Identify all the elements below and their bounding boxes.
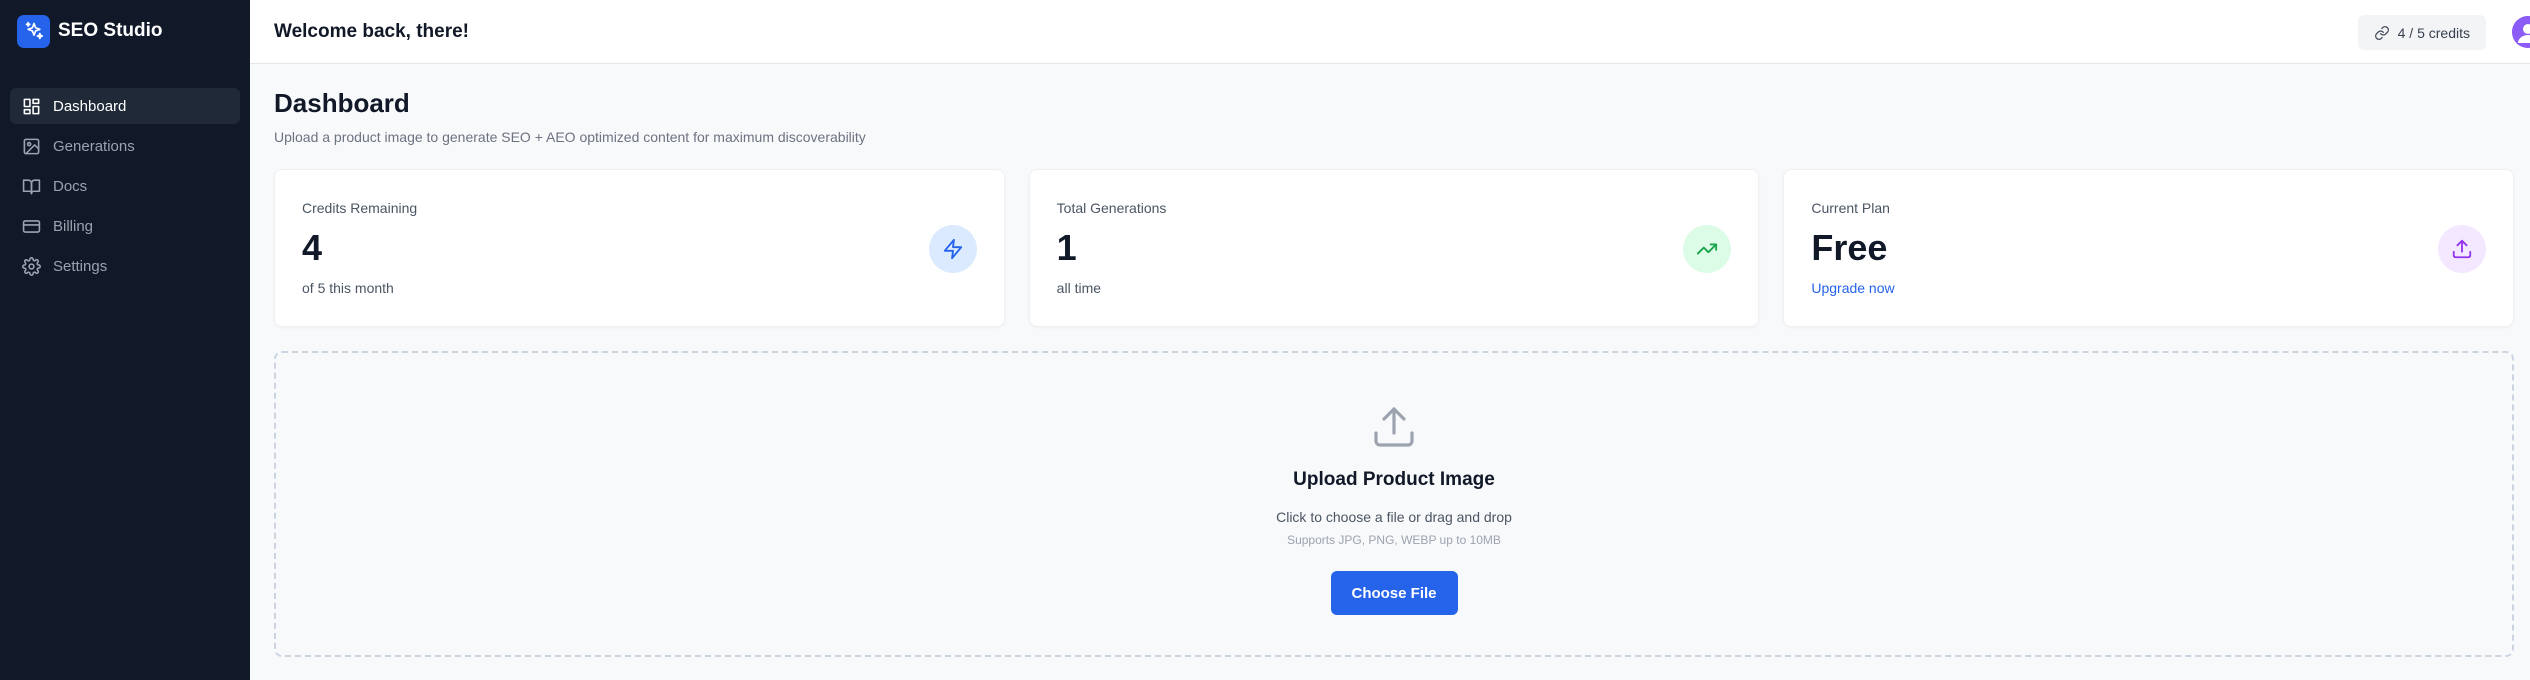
sidebar: SEO Studio Dashboard Generations Docs Bi… bbox=[0, 0, 250, 680]
trending-up-icon bbox=[1683, 225, 1732, 273]
sidebar-item-generations[interactable]: Generations bbox=[10, 128, 240, 164]
sidebar-item-docs[interactable]: Docs bbox=[10, 168, 240, 204]
total-generations-card: Total Generations 1 all time bbox=[1028, 169, 1760, 327]
card-label: Total Generations bbox=[1056, 200, 1167, 216]
credits-text: 4 / 5 credits bbox=[2397, 24, 2470, 41]
upload-icon bbox=[2438, 225, 2487, 273]
card-value: 4 bbox=[302, 227, 323, 268]
main-content: Dashboard Upload a product image to gene… bbox=[274, 64, 2515, 657]
sidebar-item-label: Docs bbox=[53, 177, 88, 195]
upload-icon bbox=[1374, 407, 1414, 447]
gear-icon bbox=[22, 256, 41, 276]
brand-name: SEO Studio bbox=[58, 20, 163, 41]
welcome-message: Welcome back, there! bbox=[274, 20, 470, 42]
dashboard-icon bbox=[23, 98, 40, 114]
card-subtext: of 5 this month bbox=[302, 280, 394, 296]
sidebar-item-dashboard[interactable]: Dashboard bbox=[10, 88, 240, 124]
card-subtext: all time bbox=[1056, 280, 1102, 296]
top-bar: Welcome back, there! 4 / 5 credits bbox=[250, 0, 2530, 64]
card-label: Credits Remaining bbox=[302, 200, 418, 216]
sidebar-item-label: Billing bbox=[53, 217, 94, 235]
sidebar-nav: Dashboard Generations Docs Billing Setti… bbox=[0, 88, 250, 284]
sidebar-item-label: Dashboard bbox=[53, 97, 127, 115]
avatar[interactable] bbox=[2512, 16, 2530, 48]
upgrade-link[interactable]: Upgrade now bbox=[1811, 280, 2485, 296]
image-icon bbox=[23, 138, 40, 154]
sparkles-icon bbox=[17, 14, 50, 48]
lightning-icon bbox=[928, 225, 977, 273]
choose-file-button[interactable]: Choose File bbox=[1330, 571, 1458, 615]
user-icon bbox=[2512, 16, 2530, 48]
card-label: Current Plan bbox=[1811, 200, 1890, 216]
brand[interactable]: SEO Studio bbox=[0, 0, 250, 62]
sidebar-item-label: Generations bbox=[53, 137, 135, 155]
credits-remaining-card: Credits Remaining 4 of 5 this month bbox=[274, 169, 1005, 327]
page-title: Dashboard bbox=[274, 88, 410, 118]
page-subtitle: Upload a product image to generate SEO +… bbox=[274, 129, 866, 145]
credit-card-icon bbox=[22, 219, 41, 233]
sidebar-item-label: Settings bbox=[53, 257, 108, 275]
sidebar-item-settings[interactable]: Settings bbox=[10, 248, 240, 284]
upload-hint: Supports JPG, PNG, WEBP up to 10MB bbox=[1287, 533, 1501, 547]
card-value: 1 bbox=[1056, 227, 1077, 268]
upload-description: Click to choose a file or drag and drop bbox=[1276, 509, 1512, 525]
sidebar-item-billing[interactable]: Billing bbox=[10, 208, 240, 244]
current-plan-card: Current Plan Free Upgrade now bbox=[1783, 169, 2515, 327]
upload-dropzone[interactable]: Upload Product Image Click to choose a f… bbox=[274, 351, 2514, 657]
upload-title: Upload Product Image bbox=[1293, 469, 1495, 490]
book-icon bbox=[22, 178, 41, 194]
card-value: Free bbox=[1811, 227, 1888, 268]
credits-badge[interactable]: 4 / 5 credits bbox=[2357, 15, 2486, 50]
link-icon bbox=[2374, 25, 2389, 40]
stats-cards: Credits Remaining 4 of 5 this month Tota… bbox=[274, 169, 2515, 327]
